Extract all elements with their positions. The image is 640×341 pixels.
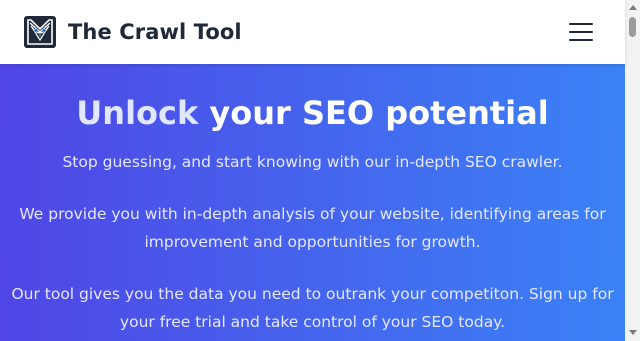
cat-icon bbox=[24, 16, 56, 48]
scrollbar-thumb[interactable] bbox=[629, 17, 636, 37]
vertical-scrollbar[interactable] bbox=[625, 0, 640, 341]
hero-title: Unlock your SEO potential bbox=[0, 91, 625, 135]
hero-paragraph-3: Our tool gives you the data you need to … bbox=[11, 285, 614, 331]
home-logo-link[interactable]: The Crawl Tool bbox=[24, 16, 242, 48]
scroll-down-arrow-icon[interactable] bbox=[629, 330, 637, 335]
brand-name: The Crawl Tool bbox=[68, 20, 242, 44]
scroll-up-arrow-icon[interactable] bbox=[629, 5, 637, 10]
hero-section: Unlock your SEO potential Stop guessing,… bbox=[0, 64, 625, 341]
top-navbar: The Crawl Tool bbox=[0, 0, 625, 64]
hamburger-menu-button[interactable] bbox=[566, 20, 596, 44]
hero-title-rest: your SEO potential bbox=[198, 94, 549, 132]
hamburger-menu-icon bbox=[569, 31, 593, 33]
hero-paragraph-2: We provide you with in-depth analysis of… bbox=[19, 205, 606, 251]
hero-paragraph-1: Stop guessing, and start knowing with ou… bbox=[62, 153, 563, 171]
hero-title-accent: Unlock bbox=[76, 94, 199, 132]
hamburger-menu-icon bbox=[569, 23, 593, 25]
page: The Crawl Tool Unlock your SEO potential… bbox=[0, 0, 640, 341]
hamburger-menu-icon bbox=[569, 39, 593, 41]
